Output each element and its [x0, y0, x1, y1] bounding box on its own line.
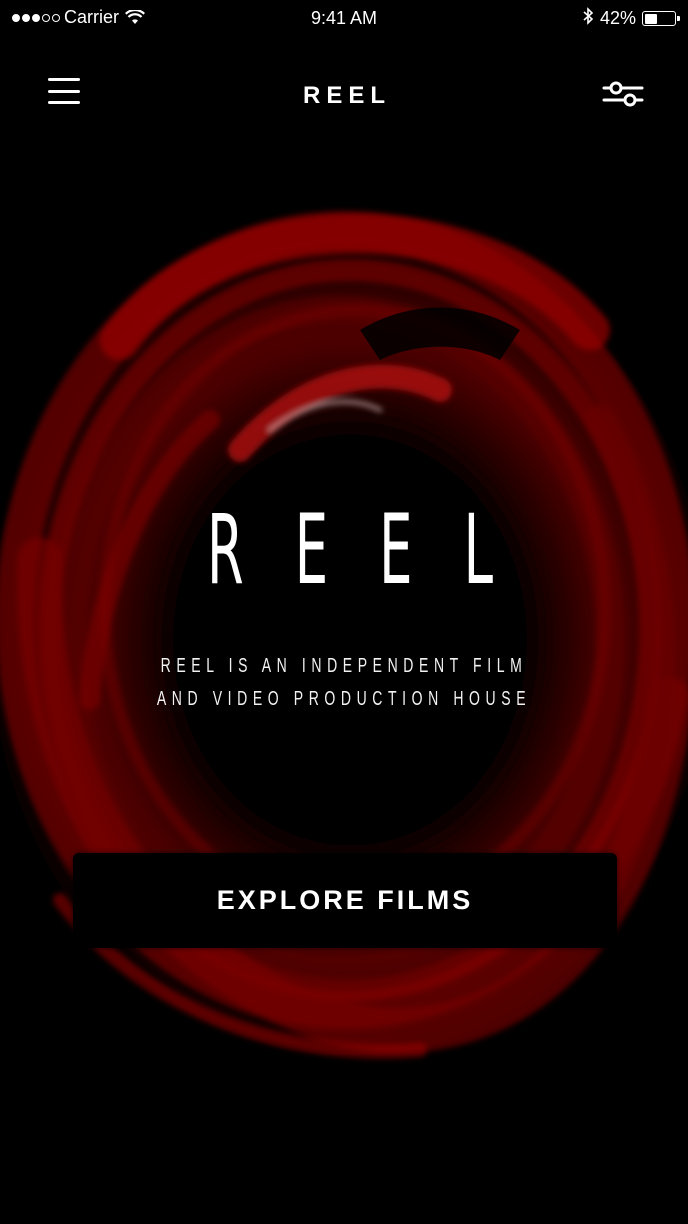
- battery-level-fill: [644, 13, 657, 24]
- tagline-line-2: AND VIDEO PRODUCTION HOUSE: [156, 688, 532, 710]
- wordmark-letter: E: [294, 494, 329, 606]
- battery-percent: 42%: [599, 8, 636, 28]
- explore-films-button[interactable]: EXPLORE FILMS: [73, 853, 617, 948]
- sliders-filter-icon[interactable]: [602, 78, 644, 110]
- battery-icon: [642, 11, 680, 26]
- nav-title: REEL: [302, 82, 391, 109]
- hero-tagline: REEL IS AN INDEPENDENT FILM AND VIDEO PR…: [0, 650, 688, 716]
- wordmark-letter: R: [207, 494, 244, 606]
- tagline-line-1: REEL IS AN INDEPENDENT FILM: [160, 655, 528, 677]
- status-right: 42%: [582, 7, 680, 30]
- wordmark-letter: L: [463, 494, 493, 606]
- hero-background-swirl: [0, 0, 688, 1224]
- bluetooth-icon: [582, 7, 594, 30]
- wordmark-letter: E: [379, 494, 413, 606]
- top-nav-bar: REEL: [0, 60, 688, 130]
- status-bar: Carrier 9:41 AM 42%: [0, 0, 688, 40]
- hero-wordmark: REEL: [207, 490, 493, 610]
